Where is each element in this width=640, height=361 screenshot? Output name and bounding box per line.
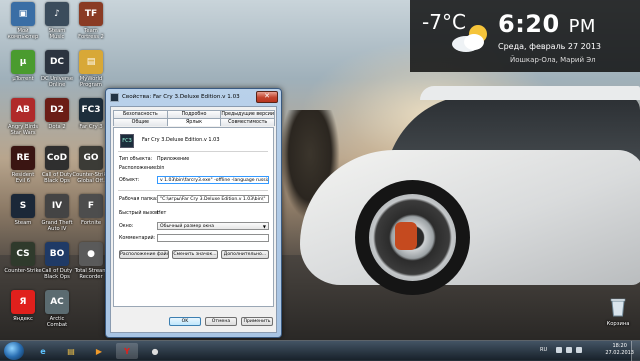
- recycle-bin-icon: [606, 295, 630, 319]
- recorder-icon: ●: [79, 242, 103, 266]
- tray-network-icon[interactable]: [566, 347, 572, 353]
- desktop-shortcut[interactable]: ▤ MyWorld Program: [70, 50, 112, 88]
- gadget-ampm: PM: [568, 16, 596, 37]
- tab-shortcut[interactable]: Ярлык: [166, 118, 222, 126]
- desktop-shortcut-label: MyWorld Program: [79, 76, 103, 88]
- window-select[interactable]: Обычный размер окна ▼: [157, 222, 269, 230]
- divider: [118, 190, 268, 191]
- shortcut-tab-content: FC3 Far Cry 3.Deluxe Edition.v 1.03 Тип …: [113, 127, 274, 307]
- dota2-icon: D2: [45, 98, 69, 122]
- cancel-button[interactable]: Отмена: [205, 317, 237, 326]
- location-label: Расположение:: [119, 166, 158, 171]
- counter-strike-icon: CS: [11, 242, 35, 266]
- change-icon-button[interactable]: Сменить значок...: [172, 250, 218, 259]
- gadget-time-value: 6:20: [498, 10, 560, 38]
- tab-general[interactable]: Общие: [113, 118, 168, 126]
- type-label: Тип объекта:: [119, 157, 153, 162]
- open-file-location-button[interactable]: Расположение файла: [119, 250, 169, 259]
- location-value: bin: [157, 166, 165, 171]
- shortcut-name: Far Cry 3.Deluxe Edition.v 1.03: [142, 137, 220, 143]
- tab-row-1: Безопасность Подробно Предыдущие версии: [113, 110, 276, 118]
- workdir-input[interactable]: "C:\игры\Far Cry 3.Deluxe Edition.v 1.03…: [157, 195, 269, 203]
- desktop-shortcut-label: Team Fortress 2: [78, 28, 104, 40]
- partly-cloudy-icon: [452, 25, 487, 52]
- clock-weather-gadget[interactable]: -7°C 6:20 PM Среда, февраль 27 2013 Йошк…: [410, 0, 640, 72]
- object-input[interactable]: v 1.03\bin\farcry3.exe" -offline -langua…: [157, 176, 269, 184]
- taskbar-date: 27.02.2013: [605, 350, 634, 356]
- yandex-icon: Я: [11, 290, 35, 314]
- folder-icon: ▤: [79, 50, 103, 74]
- window-select-value: Обычный размер окна: [160, 224, 215, 229]
- media-player-icon[interactable]: ▶: [88, 343, 110, 359]
- properties-dialog[interactable]: Свойства: Far Cry 3.Deluxe Edition.v 1.0…: [105, 88, 282, 338]
- tab-row-2: Общие Ярлык Совместимость: [113, 118, 276, 126]
- recycle-bin-label: Корзина: [606, 321, 630, 327]
- explorer-icon[interactable]: ▤: [60, 343, 82, 359]
- gta4-icon: IV: [45, 194, 69, 218]
- show-desktop-button[interactable]: [631, 341, 640, 361]
- fortnite-icon: F: [79, 194, 103, 218]
- ok-button[interactable]: OK: [169, 317, 201, 326]
- desktop-shortcut[interactable]: AC Arctic Combat: [36, 290, 78, 328]
- recycle-bin[interactable]: Корзина: [597, 295, 639, 327]
- gadget-city: Йошкар-Ола, Марий Эл: [510, 56, 596, 64]
- far-cry-3-shortcut-icon: FC3: [120, 134, 134, 148]
- csgo-icon: GO: [79, 146, 103, 170]
- tab-compatibility[interactable]: Совместимость: [220, 118, 276, 126]
- dialog-titlebar[interactable]: Свойства: Far Cry 3.Deluxe Edition.v 1.0…: [110, 92, 240, 102]
- arctic-combat-icon: AC: [45, 290, 69, 314]
- tab-details[interactable]: Подробно: [166, 110, 222, 118]
- wallpaper-car-roof: [420, 86, 640, 100]
- wallpaper-car: [300, 150, 640, 285]
- divider: [118, 151, 268, 152]
- cod-black-ops-icon: CoD: [45, 146, 69, 170]
- cod-icon-2: BO: [45, 242, 69, 266]
- angry-birds-icon: AB: [11, 98, 35, 122]
- yandex-taskbar-icon[interactable]: Y: [116, 343, 138, 359]
- tray-flag-icon[interactable]: [556, 347, 562, 353]
- steam-icon: S: [11, 194, 35, 218]
- ie-icon[interactable]: e: [32, 343, 54, 359]
- gadget-time: 6:20 PM: [498, 10, 596, 38]
- hotkey-label: Быстрый вызов:: [119, 211, 160, 216]
- taskbar: e ▤ ▶ Y ● RU 18:20 27.02.2013: [0, 340, 640, 361]
- chevron-down-icon: ▼: [262, 224, 266, 229]
- start-button[interactable]: [4, 342, 24, 360]
- desktop-shortcut[interactable]: TF Team Fortress 2: [70, 2, 112, 40]
- my-computer-icon: ▣: [11, 2, 35, 26]
- tab-strip: Безопасность Подробно Предыдущие версии …: [113, 110, 276, 126]
- far-cry-3-icon: FC3: [79, 98, 103, 122]
- workdir-label: Рабочая папка:: [119, 197, 158, 202]
- dialog-title-icon: [110, 92, 119, 102]
- tab-security[interactable]: Безопасность: [113, 110, 168, 118]
- language-indicator[interactable]: RU: [540, 347, 547, 353]
- type-value: Приложение: [157, 157, 190, 162]
- hotkey-input[interactable]: Нет: [157, 211, 166, 216]
- video-recorder-icon[interactable]: ●: [144, 343, 166, 359]
- dcuo-icon: DC: [45, 50, 69, 74]
- advanced-button[interactable]: Дополнительно...: [221, 250, 269, 259]
- tray-volume-icon[interactable]: [576, 347, 582, 353]
- steam-music-icon: ♪: [45, 2, 69, 26]
- desktop-shortcut-label: Arctic Combat: [46, 316, 68, 328]
- dialog-title: Свойства: Far Cry 3.Deluxe Edition.v 1.0…: [122, 94, 240, 100]
- comment-input[interactable]: [157, 234, 269, 242]
- window-label: Окно:: [119, 224, 134, 229]
- dialog-panel: Безопасность Подробно Предыдущие версии …: [110, 106, 277, 333]
- taskbar-clock[interactable]: 18:20 27.02.2013: [605, 343, 634, 357]
- team-fortress-icon: TF: [79, 2, 103, 26]
- gadget-date: Среда, февраль 27 2013: [498, 42, 602, 51]
- tab-previous-versions[interactable]: Предыдущие версии: [220, 110, 276, 118]
- wallpaper-brake: [395, 222, 417, 250]
- close-button[interactable]: ✕: [256, 91, 278, 103]
- comment-label: Комментарий:: [119, 236, 156, 241]
- utorrent-icon: µ: [11, 50, 35, 74]
- apply-button[interactable]: Применить: [241, 317, 273, 326]
- resident-evil-icon: RE: [11, 146, 35, 170]
- taskbar-time: 18:20: [612, 343, 627, 349]
- object-label: Объект:: [119, 178, 140, 183]
